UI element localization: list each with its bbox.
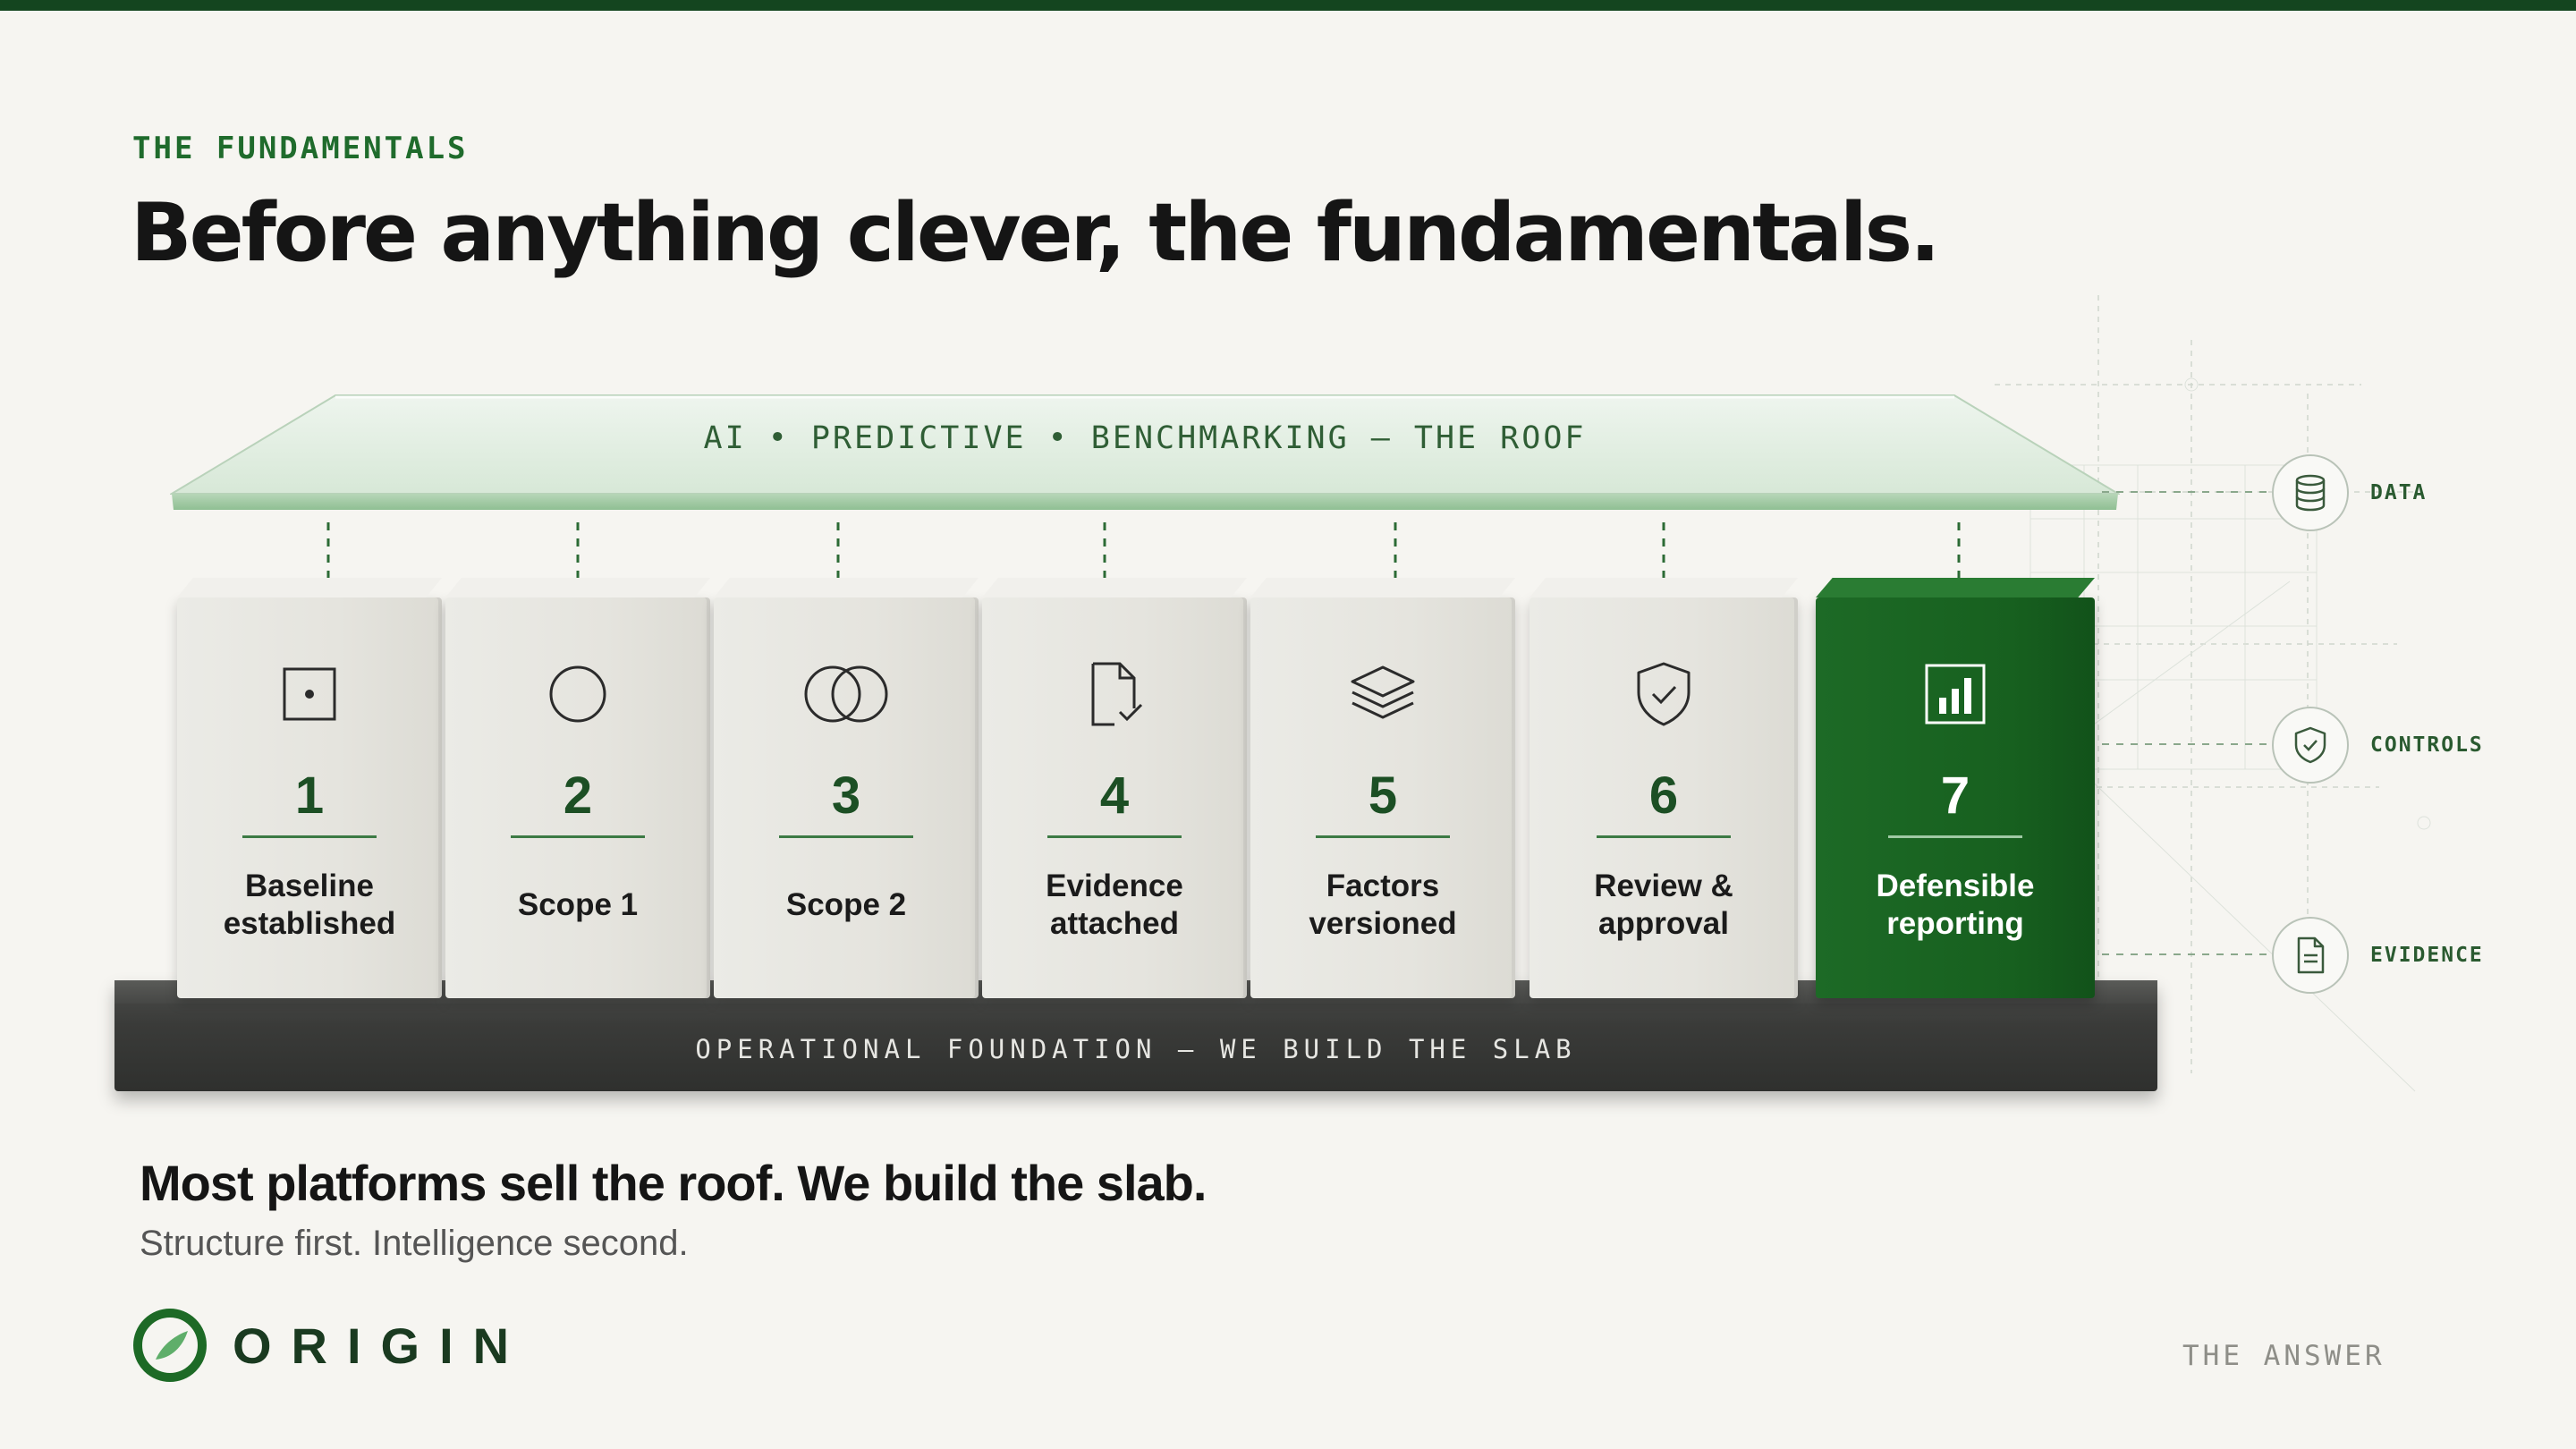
side-circle	[2272, 917, 2349, 994]
footer-label: THE ANSWER	[2182, 1340, 2385, 1372]
side-label: DATA	[2370, 481, 2428, 504]
block-divider	[1888, 835, 2022, 838]
top-accent-bar	[0, 0, 2576, 11]
block-number: 4	[1099, 767, 1130, 825]
block-4-evidence: 4 Evidence attached	[982, 597, 1247, 998]
roof-label: AI • PREDICTIVE • BENCHMARKING — THE ROO…	[703, 420, 1587, 456]
block-number: 5	[1368, 767, 1398, 825]
block-label: Baseline established	[223, 869, 396, 941]
origin-logo: ORIGIN	[132, 1306, 529, 1385]
side-label: EVIDENCE	[2370, 944, 2484, 967]
side-circle	[2272, 454, 2349, 531]
block-5-factors: 5 Factors versioned	[1250, 597, 1515, 998]
block-label: Scope 2	[785, 887, 907, 922]
block-number: 7	[1940, 767, 1970, 825]
side-item-evidence: EVIDENCE	[2272, 917, 2484, 994]
block-label: Defensible reporting	[1876, 869, 2035, 941]
block-label: Review & approval	[1594, 869, 1733, 941]
side-item-data: DATA	[2272, 454, 2427, 531]
origin-logo-icon	[133, 1309, 207, 1382]
block-label: Evidence attached	[1046, 869, 1183, 941]
block-divider	[1047, 835, 1182, 838]
block-number: 6	[1648, 767, 1679, 825]
block-label: Scope 1	[517, 887, 639, 922]
block-divider	[1597, 835, 1731, 838]
block-divider	[511, 835, 645, 838]
block-divider	[242, 835, 377, 838]
side-label: CONTROLS	[2370, 733, 2484, 757]
block-2-scope-1: 2 Scope 1	[445, 597, 710, 998]
block-number: 2	[563, 767, 593, 825]
block-label: Factors versioned	[1309, 869, 1457, 941]
slab-label: OPERATIONAL FOUNDATION — WE BUILD THE SL…	[695, 1034, 1577, 1064]
block-7-defensible-reporting: 7 Defensible reporting	[1816, 597, 2095, 998]
block-divider	[1316, 835, 1450, 838]
block-divider	[779, 835, 913, 838]
page-title: Before anything clever, the fundamentals…	[131, 186, 1940, 280]
tagline: Most platforms sell the roof. We build t…	[140, 1155, 1207, 1211]
logo-wordmark: ORIGIN	[233, 1317, 530, 1374]
side-item-controls: CONTROLS	[2272, 707, 2484, 784]
layers-icon	[1351, 665, 1415, 719]
bar-chart-icon	[1925, 664, 1986, 724]
block-1-baseline: 1 Baseline established	[177, 597, 442, 998]
side-connectors	[2102, 491, 2270, 955]
block-3-scope-2: 3 Scope 2	[714, 597, 979, 998]
overlapping-circles-icon	[804, 665, 888, 723]
block-number: 1	[294, 767, 325, 825]
eyebrow-label: THE FUNDAMENTALS	[132, 131, 469, 166]
shield-check-icon	[1637, 662, 1690, 726]
circle-icon	[549, 665, 606, 723]
square-dot-icon	[283, 667, 336, 721]
document-icon	[2297, 936, 2325, 974]
block-6-review: 6 Review & approval	[1530, 597, 1798, 998]
document-check-icon	[1091, 662, 1143, 726]
block-number: 3	[831, 767, 861, 825]
shield-check-icon	[2294, 726, 2326, 764]
database-icon	[2295, 474, 2326, 512]
subline: Structure first. Intelligence second.	[140, 1224, 689, 1263]
side-circle	[2272, 707, 2349, 784]
